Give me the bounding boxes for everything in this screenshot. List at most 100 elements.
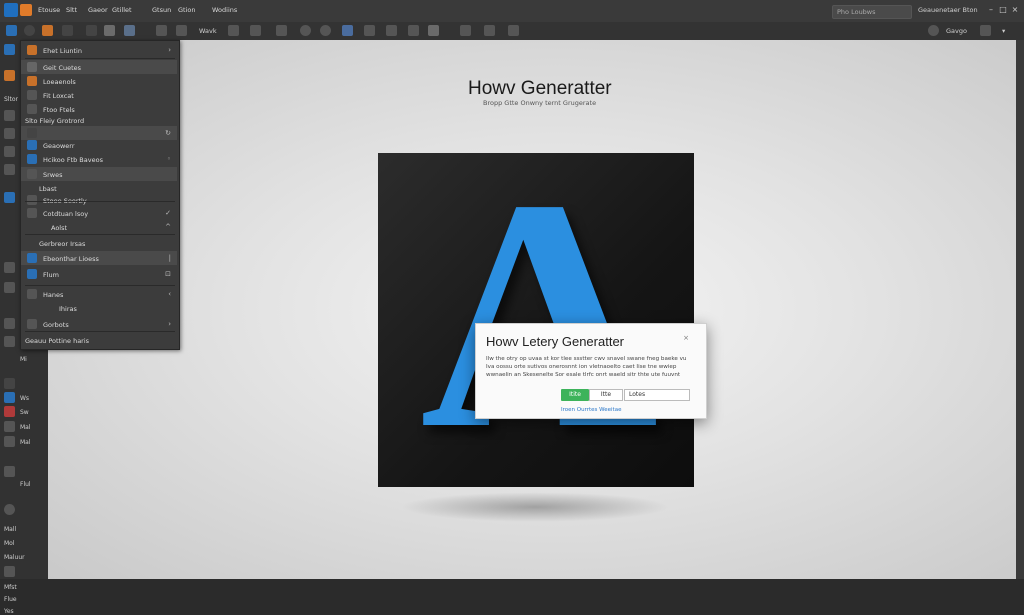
panel-row[interactable]: Stoee Seortly: [21, 193, 177, 207]
panel-row[interactable]: Geit Cuetes: [21, 60, 177, 74]
panel-row[interactable]: Aolst ^: [21, 220, 177, 234]
dialog-input[interactable]: Lotes: [624, 389, 690, 401]
chevron-down-icon[interactable]: ▾: [1002, 27, 1005, 35]
layer-icon: [27, 140, 37, 150]
swatch-icon[interactable]: [4, 392, 15, 403]
refresh-icon[interactable]: ↻: [165, 129, 171, 137]
color-tool-icon[interactable]: [4, 406, 15, 417]
panel-row[interactable]: Geauu Pottine haris: [21, 333, 177, 347]
chevron-icon[interactable]: ‹: [168, 290, 171, 298]
chevron-up-icon[interactable]: ^: [165, 223, 171, 231]
panel-row[interactable]: Ihiras: [21, 301, 177, 315]
layer-icon: [27, 90, 37, 100]
eye-dropper-icon[interactable]: [408, 25, 419, 36]
mode-label[interactable]: Wavk: [199, 27, 217, 35]
menu-item[interactable]: Wodiins: [212, 6, 237, 14]
panel-row-selected[interactable]: Ebeonthar Lioess |: [21, 251, 177, 265]
eraser-tool-icon[interactable]: [4, 466, 15, 477]
panel-row[interactable]: Fit Loxcat: [21, 88, 177, 102]
dialog-link[interactable]: Iroen Ourrtes Weeitae: [561, 407, 621, 413]
panel-row[interactable]: Loeaenols: [21, 74, 177, 88]
menu-item[interactable]: Gaeor: [88, 6, 108, 14]
align-icon[interactable]: [250, 25, 261, 36]
panel-row[interactable]: Flum ⊡: [21, 267, 177, 281]
cancel-button[interactable]: Itte: [589, 389, 623, 401]
minimize-icon[interactable]: –: [986, 5, 996, 15]
panel-row[interactable]: Ehet Liuntin ›: [21, 43, 177, 57]
panel-row[interactable]: Srwes: [21, 167, 177, 181]
star-tool-icon[interactable]: [4, 262, 15, 273]
maximize-icon[interactable]: □: [998, 5, 1008, 15]
pen-tool-icon[interactable]: [4, 192, 15, 203]
rotate-tool-icon[interactable]: [4, 504, 15, 515]
frame-icon[interactable]: [228, 25, 239, 36]
search-input[interactable]: Pho Loubws: [832, 5, 912, 19]
view-label[interactable]: Gavgo: [946, 27, 967, 35]
panel-row[interactable]: Hanes ‹: [21, 287, 177, 301]
type-tool-icon[interactable]: [4, 110, 15, 121]
crop-tool-icon[interactable]: [4, 318, 15, 329]
warning-icon[interactable]: [484, 25, 495, 36]
image-icon[interactable]: [104, 25, 115, 36]
flag-icon[interactable]: [124, 25, 135, 36]
select-tool-icon[interactable]: [4, 44, 15, 55]
workspace-label[interactable]: Geauenetaer Bton: [918, 6, 978, 14]
gradient-tool-icon[interactable]: [4, 421, 15, 432]
expand-icon[interactable]: ⊡: [165, 270, 171, 278]
panel-row[interactable]: Hcikoo Ftb Baveos ◦: [21, 152, 177, 166]
chevron-icon[interactable]: ›: [168, 46, 171, 54]
refresh-icon[interactable]: [86, 25, 97, 36]
shape-tool-icon[interactable]: [4, 128, 15, 139]
brush-tool-icon[interactable]: [4, 70, 15, 81]
menu-item[interactable]: Etouse: [38, 6, 60, 14]
vertical-scrollbar[interactable]: [1016, 40, 1024, 579]
menu-item[interactable]: Gtion: [178, 6, 196, 14]
cube-icon[interactable]: [342, 25, 353, 36]
lock-icon[interactable]: |: [169, 254, 171, 262]
divider: [25, 58, 175, 59]
panel-row[interactable]: Gorbots ›: [21, 317, 177, 331]
settings-icon[interactable]: [980, 25, 991, 36]
menu-item[interactable]: Gtsun: [152, 6, 171, 14]
blend-tool-icon[interactable]: [4, 436, 15, 447]
fill-tool-icon[interactable]: [4, 566, 15, 577]
dialog-body-text: Ilw the otry op uvaa st kor tlee ssstter…: [486, 356, 687, 378]
tool-label: Mol: [4, 540, 15, 547]
note-tool-icon[interactable]: [4, 336, 15, 347]
grid-icon[interactable]: [156, 25, 167, 36]
panel-row[interactable]: Cotdtuan lsoy ✓: [21, 206, 177, 220]
crop-icon[interactable]: [386, 25, 397, 36]
zoom-tool-icon[interactable]: [4, 378, 15, 389]
transform-icon[interactable]: [276, 25, 287, 36]
move-tool-icon[interactable]: [6, 25, 17, 36]
panel-row[interactable]: Geaowerr: [21, 138, 177, 152]
zoom-icon[interactable]: [320, 25, 331, 36]
text-tool-icon[interactable]: [4, 282, 15, 293]
path-icon[interactable]: [508, 25, 519, 36]
pen-icon[interactable]: [460, 25, 471, 36]
hand-tool-icon[interactable]: [4, 164, 15, 175]
confirm-button[interactable]: Itite: [561, 389, 589, 401]
visibility-icon[interactable]: ◦: [167, 155, 171, 163]
link-icon[interactable]: [62, 25, 73, 36]
chevron-icon[interactable]: ›: [168, 320, 171, 328]
layer-label: Gerbreor Irsas: [39, 240, 86, 248]
panel-row[interactable]: Gerbreor Irsas: [21, 236, 177, 250]
layers-icon[interactable]: [176, 25, 187, 36]
eye-icon[interactable]: [928, 25, 939, 36]
panel-row[interactable]: Slto Fleiy Grotrord: [21, 113, 177, 127]
brush-icon[interactable]: [42, 25, 53, 36]
close-icon[interactable]: ×: [683, 334, 689, 342]
document-icon[interactable]: [20, 4, 32, 16]
letter-logo[interactable]: A: [420, 150, 658, 480]
photo-icon[interactable]: [428, 25, 439, 36]
menu-item[interactable]: Gtillet: [112, 6, 132, 14]
check-icon[interactable]: ✓: [165, 209, 171, 217]
lasso-icon[interactable]: [300, 25, 311, 36]
circle-icon[interactable]: [24, 25, 35, 36]
app-logo-icon[interactable]: [4, 3, 18, 17]
close-icon[interactable]: ×: [1010, 5, 1020, 15]
menu-item[interactable]: Sltt: [66, 6, 77, 14]
frame-tool-icon[interactable]: [4, 146, 15, 157]
slice-icon[interactable]: [364, 25, 375, 36]
